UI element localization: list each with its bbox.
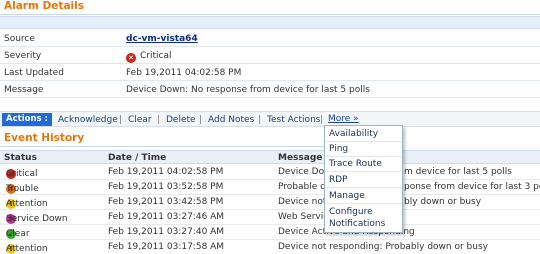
column-header-status[interactable]: Status (4, 153, 37, 163)
title-divider (0, 146, 324, 147)
more-menu-link[interactable]: More » (328, 114, 359, 124)
menu-item-configure[interactable]: Configure (329, 207, 373, 217)
detail-label: Source (4, 34, 35, 44)
detail-row-severity: Severity ✕ Critical (0, 48, 540, 64)
status-text: Attention (6, 199, 48, 209)
date-cell: Feb 19,2011 03:27:40 AM (108, 227, 225, 237)
menu-divider (325, 187, 402, 188)
test-actions-link[interactable]: Test Actions (267, 115, 320, 125)
add-notes-link[interactable]: Add Notes (208, 115, 254, 125)
table-row[interactable]: ! Attention Feb 19,2011 03:17:58 AM Devic… (0, 240, 540, 254)
event-table-header: Status Date / Time Message (0, 150, 540, 164)
message-cell: Web Servic (278, 212, 329, 222)
detail-label: Severity (4, 51, 42, 61)
menu-item-trace-route[interactable]: Trace Route (329, 159, 382, 169)
menu-item-manage[interactable]: Manage (329, 191, 365, 201)
alarm-details-title: Alarm Details (4, 0, 84, 12)
details-header-bar (0, 16, 540, 29)
actions-button[interactable]: Actions : (2, 113, 52, 126)
menu-item-rdp[interactable]: RDP (329, 175, 348, 185)
column-header-date[interactable]: Date / Time (108, 153, 166, 163)
menu-divider (325, 171, 402, 172)
status-text: Attention (6, 244, 48, 254)
date-cell: Feb 19,2011 03:42:58 PM (108, 197, 224, 207)
detail-row-source: Source dc-vm-vista64 (0, 31, 540, 47)
menu-divider (325, 141, 402, 142)
date-cell: Feb 19,2011 03:17:58 AM (108, 242, 225, 252)
more-dropdown-menu: Availability Ping Trace Route RDP Manage… (324, 125, 403, 233)
separator: | (258, 115, 262, 125)
clear-link[interactable]: Clear (128, 115, 152, 125)
title-divider (0, 14, 540, 15)
table-row[interactable]: ! Attention Feb 19,2011 03:42:58 PM Devic… (0, 195, 540, 210)
severity-value: ✕ Critical (126, 51, 171, 63)
actions-bar: Actions : Acknowledge | Clear | Delete |… (0, 111, 540, 127)
status-text: Clear (6, 229, 30, 239)
separator: | (320, 115, 324, 125)
separator: | (199, 115, 203, 125)
status-text: Critical (6, 169, 38, 179)
message-cell: Device not responding: Probably down or … (278, 242, 488, 252)
message-cell: Device not (278, 197, 327, 207)
critical-icon: ✕ (126, 53, 136, 63)
detail-row-last-updated: Last Updated Feb 19,2011 04:02:58 PM (0, 65, 540, 81)
status-text: Trouble (6, 184, 39, 194)
event-history-title: Event History (4, 132, 85, 144)
separator: | (157, 115, 161, 125)
message-cell-tail: ponse from device for last 3 polls (404, 182, 540, 192)
acknowledge-link[interactable]: Acknowledge (58, 115, 118, 125)
date-cell: Feb 19,2011 04:02:58 PM (108, 167, 224, 177)
table-row[interactable]: ✓Clear Feb 19,2011 03:27:40 AM Device Ac… (0, 225, 540, 240)
status-text: Service Down (6, 214, 68, 224)
menu-item-ping[interactable]: Ping (329, 144, 348, 154)
menu-item-notifications[interactable]: Notifications (329, 219, 385, 229)
message-cell-tail: bly down or busy (404, 197, 482, 207)
detail-row-message: Message Device Down: No response from de… (0, 82, 540, 98)
date-cell: Feb 19,2011 03:27:46 AM (108, 212, 225, 222)
delete-link[interactable]: Delete (166, 115, 196, 125)
message-cell-tail: m device for last 5 polls (404, 167, 512, 177)
table-row[interactable]: ! Service Down Feb 19,2011 03:27:46 AM We… (0, 210, 540, 225)
message-value: Device Down: No response from device for… (126, 85, 370, 95)
last-updated-value: Feb 19,2011 04:02:58 PM (126, 68, 242, 78)
date-cell: Feb 19,2011 03:52:58 PM (108, 182, 224, 192)
table-row[interactable]: ✕ Critical Feb 19,2011 04:02:58 PM Device… (0, 165, 540, 180)
column-header-message[interactable]: Message (278, 153, 322, 163)
source-link[interactable]: dc-vm-vista64 (126, 34, 198, 44)
separator: | (119, 115, 123, 125)
table-row[interactable]: ✕ Trouble Feb 19,2011 03:52:58 PM Probabl… (0, 180, 540, 195)
menu-item-availability[interactable]: Availability (329, 129, 378, 139)
detail-label: Message (4, 85, 44, 95)
detail-label: Last Updated (4, 68, 64, 78)
severity-text: Critical (140, 51, 172, 61)
menu-divider (325, 156, 402, 157)
menu-divider (325, 203, 402, 204)
